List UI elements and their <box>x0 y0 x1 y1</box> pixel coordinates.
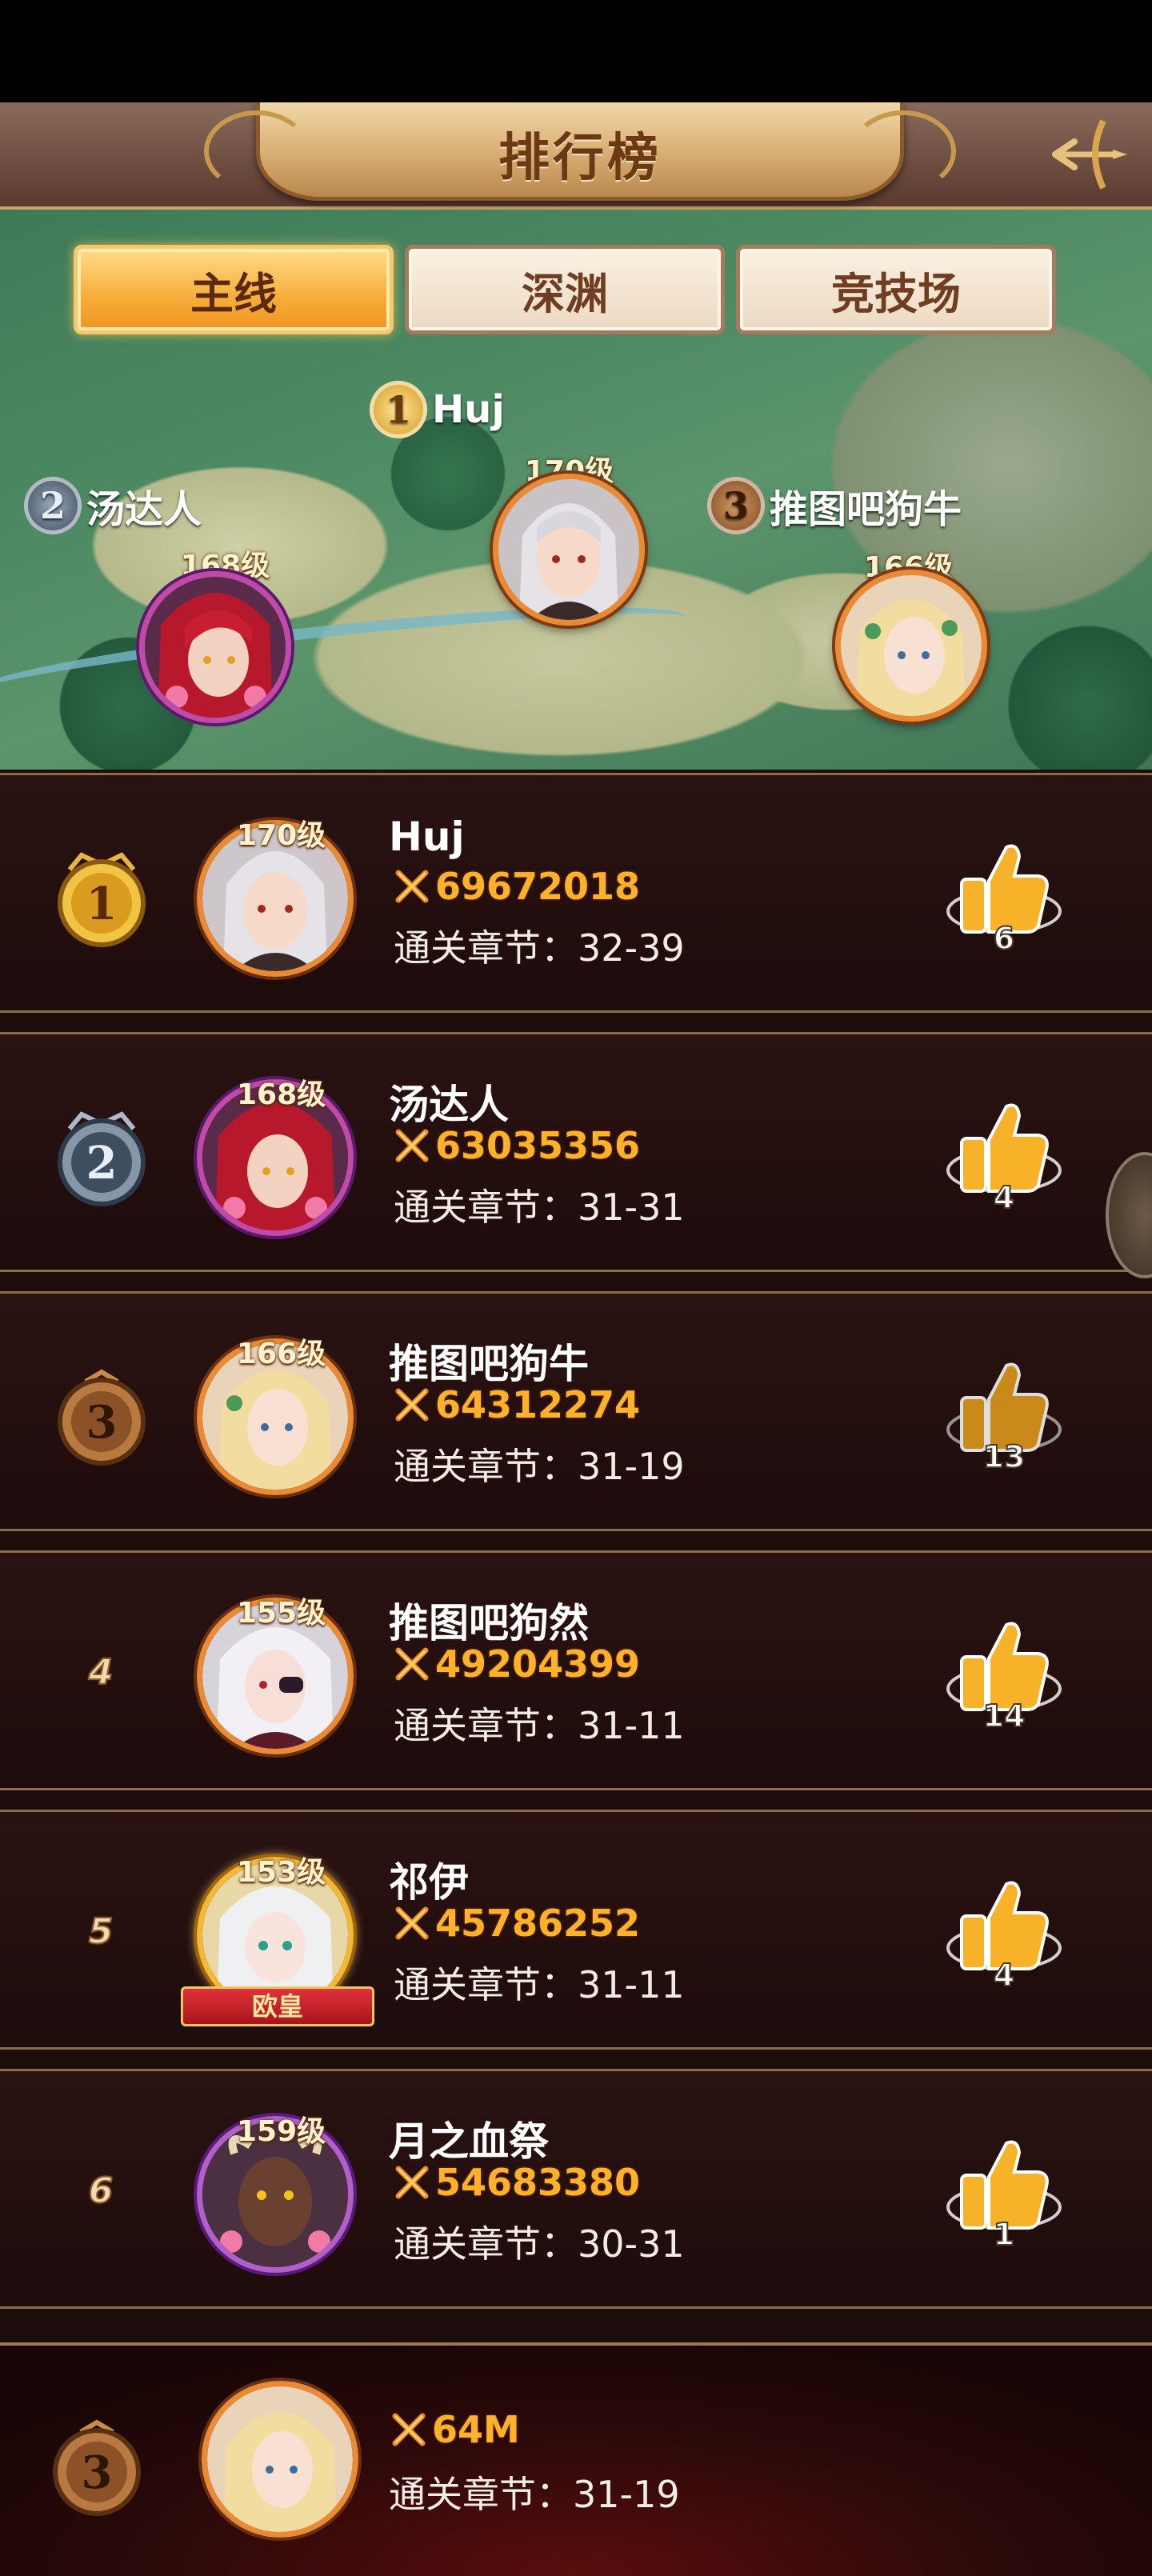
bronze-medal-icon: 3 <box>50 1364 154 1468</box>
crossed-swords-icon <box>395 1129 429 1162</box>
my-rank-row: 3 64M 通关章节：31-19 <box>0 2342 1152 2576</box>
status-bar <box>0 0 1152 102</box>
player-name: 推图吧狗然 <box>389 1600 589 1646</box>
power-value: 49204399 <box>392 1642 640 1686</box>
list-item[interactable]: 5 欧皇 153级 祁伊 45786252 通关章节：31-11 4 <box>0 1810 1152 2050</box>
row-rank-number: 4 <box>88 1651 114 1694</box>
like-count: 14 <box>982 1698 1026 1734</box>
player-name: Huj <box>389 814 465 860</box>
chapter-progress: 通关章节：31-11 <box>394 1963 685 2006</box>
tab-mainline[interactable]: 主线 <box>74 245 394 334</box>
crossed-swords-icon <box>395 1647 429 1681</box>
row-rank-text: 3 <box>86 1396 118 1449</box>
crossed-swords-icon <box>395 2166 429 2199</box>
podium-third-name: 推图吧狗牛 <box>770 487 962 532</box>
list-item[interactable]: 3 166级 推图吧狗牛 64312274 通关章节：31-19 13 <box>0 1291 1152 1531</box>
crossed-swords-icon <box>395 1906 429 1940</box>
like-count: 4 <box>993 1179 1015 1216</box>
podium-third-banner: 3 推图吧狗牛 <box>707 477 1152 534</box>
power-value: 63035356 <box>392 1124 640 1167</box>
chapter-progress: 通关章节：31-19 <box>394 1445 685 1488</box>
player-name: 推图吧狗牛 <box>389 1341 589 1387</box>
vip-ribbon: 欧皇 <box>181 1986 374 2026</box>
row-rank-number: 5 <box>88 1910 114 1953</box>
crossed-swords-icon <box>395 1388 429 1422</box>
chapter-progress: 通关章节：32-39 <box>394 926 685 970</box>
power-value: 69672018 <box>392 865 640 908</box>
player-level: 153级 <box>237 1856 326 1889</box>
row-rank-text: 2 <box>86 1137 118 1190</box>
self-avatar[interactable] <box>202 2381 358 2538</box>
tab-abyss[interactable]: 深渊 <box>405 245 725 334</box>
like-button[interactable]: 4 <box>944 1090 1064 1218</box>
player-level: 155级 <box>237 1597 326 1630</box>
like-button[interactable]: 4 <box>944 1868 1064 1996</box>
like-button[interactable]: 14 <box>944 1609 1064 1737</box>
list-item[interactable]: 4 155级 推图吧狗然 49204399 通关章节：31-11 14 <box>0 1550 1152 1790</box>
crossed-swords-icon <box>392 2413 426 2446</box>
header-bar: 排行榜 <box>0 102 1152 210</box>
player-name: 月之血祭 <box>389 2118 549 2165</box>
power-value: 64312274 <box>392 1383 640 1426</box>
podium-first-name: Huj <box>432 387 505 432</box>
player-level: 168级 <box>237 1078 326 1111</box>
gold-medal-icon: 1 <box>50 846 154 950</box>
like-button[interactable]: 1 <box>944 2127 1064 2255</box>
like-count: 13 <box>982 1438 1026 1475</box>
podium-second-name: 汤达人 <box>86 487 202 532</box>
tab-arena[interactable]: 竞技场 <box>736 245 1056 334</box>
silver-medal-icon: 2 <box>50 1105 154 1209</box>
podium-second-avatar[interactable] <box>139 571 291 723</box>
like-count: 6 <box>993 920 1015 957</box>
self-power-value: 64M <box>389 2408 520 2451</box>
list-item[interactable]: 1 170级 Huj 69672018 通关章节：32-39 6 <box>0 773 1152 1013</box>
player-level: 166级 <box>237 1338 326 1370</box>
player-level: 170级 <box>237 819 326 852</box>
like-count: 1 <box>993 2216 1015 2253</box>
bow-arrow-icon <box>1052 119 1127 190</box>
player-name: 祁伊 <box>389 1859 469 1906</box>
back-button[interactable] <box>1035 107 1139 202</box>
chapter-progress: 通关章节：30-31 <box>394 2222 685 2266</box>
list-item[interactable]: 2 168级 汤达人 63035356 通关章节：31-31 4 <box>0 1032 1152 1272</box>
podium-second-banner: 2 汤达人 <box>24 477 475 534</box>
podium-third-avatar[interactable] <box>835 570 987 722</box>
page-title: 排行榜 <box>498 129 662 188</box>
player-name: 汤达人 <box>389 1082 509 1128</box>
like-button[interactable]: 13 <box>944 1350 1064 1478</box>
podium-first-avatar[interactable] <box>493 474 645 626</box>
row-rank-number: 6 <box>88 2170 114 2212</box>
self-rank-text: 3 <box>82 2446 113 2499</box>
player-level: 159级 <box>237 2115 326 2148</box>
crossed-swords-icon <box>395 870 429 903</box>
chapter-progress: 通关章节：31-11 <box>394 1704 685 1747</box>
chapter-progress: 通关章节：31-31 <box>394 1186 685 1229</box>
power-value: 45786252 <box>392 1902 640 1945</box>
like-button[interactable]: 6 <box>944 831 1064 959</box>
rank-1-coin: 1 <box>370 381 427 438</box>
podium-first-banner: 1 Huj <box>370 381 821 438</box>
row-rank-text: 1 <box>86 878 118 930</box>
power-value: 54683380 <box>392 2161 640 2204</box>
title-plate: 排行榜 <box>204 102 956 201</box>
rank-3-coin: 3 <box>707 477 765 534</box>
list-item[interactable]: 6 159级 月之血祭 54683380 通关章节：30-31 1 <box>0 2069 1152 2309</box>
tab-bar: 主线 深渊 竞技场 <box>74 245 1056 334</box>
bronze-medal-icon: 3 <box>45 2414 149 2518</box>
self-chapter-progress: 通关章节：31-19 <box>389 2473 680 2516</box>
rank-2-coin: 2 <box>24 477 82 534</box>
podium-map: 主线 深渊 竞技场 1 Huj 170级 2 汤达人 168级 3 推图吧狗牛 … <box>0 210 1152 770</box>
like-count: 4 <box>993 1957 1015 1994</box>
